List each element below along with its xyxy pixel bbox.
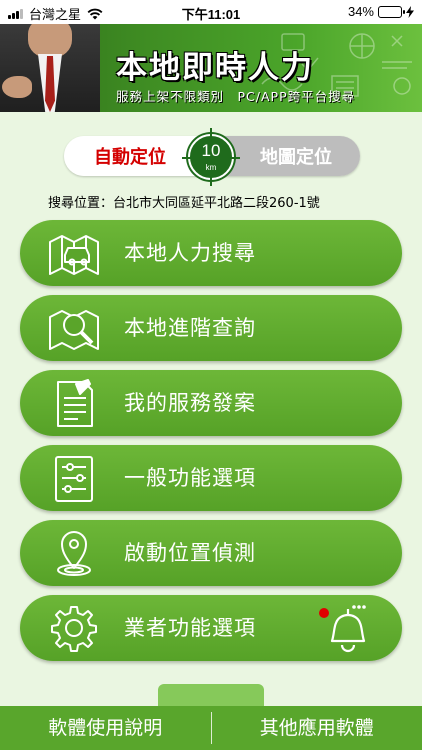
menu-label: 本地人力搜尋 bbox=[124, 241, 256, 265]
search-radius-button[interactable]: 10 km bbox=[182, 128, 240, 186]
gear-icon bbox=[51, 606, 97, 652]
status-bar: 台灣之星 下午11:01 34% bbox=[0, 0, 422, 24]
menu-label: 本地進階查詢 bbox=[124, 316, 256, 340]
status-right: 34% bbox=[348, 4, 414, 19]
radius-unit: km bbox=[205, 163, 217, 172]
radius-value: 10 bbox=[201, 141, 221, 160]
menu-label: 業者功能選項 bbox=[124, 616, 256, 640]
search-location-text: 搜尋位置：台北市大同區延平北路二段260-1號 bbox=[48, 196, 320, 211]
menu-label: 啟動位置偵測 bbox=[124, 541, 256, 565]
map-car-icon bbox=[49, 235, 99, 275]
help-tab[interactable]: 軟體使用說明 bbox=[0, 706, 211, 750]
menu-my-service-posting[interactable]: 我的服務發案 bbox=[20, 370, 402, 436]
map-locate-button[interactable]: 地圖定位 bbox=[213, 136, 360, 176]
charging-bolt-icon bbox=[406, 5, 414, 18]
document-edit-icon bbox=[57, 379, 93, 427]
menu-business-options[interactable]: 業者功能選項 bbox=[20, 595, 402, 661]
menu-general-options[interactable]: 一般功能選項 bbox=[20, 445, 402, 511]
other-apps-tab[interactable]: 其他應用軟體 bbox=[212, 706, 422, 750]
banner-subtitle: 服務上架不限類別 PC/APP跨平台搜尋 bbox=[116, 89, 356, 104]
menu-advanced-query[interactable]: 本地進階查詢 bbox=[20, 295, 402, 361]
app-banner: 本地即時人力 服務上架不限類別 PC/APP跨平台搜尋 bbox=[0, 24, 422, 112]
bottom-tab-bar: 軟體使用說明 其他應用軟體 bbox=[0, 706, 422, 750]
location-pin-icon bbox=[57, 531, 91, 576]
tab-divider bbox=[210, 712, 212, 744]
notification-bell-icon[interactable] bbox=[318, 601, 368, 655]
map-magnifier-icon bbox=[49, 310, 99, 350]
menu-start-location-detection[interactable]: 啟動位置偵測 bbox=[20, 520, 402, 586]
battery-percent: 34% bbox=[347, 4, 374, 19]
settings-sliders-icon bbox=[55, 456, 93, 502]
menu-label: 一般功能選項 bbox=[124, 466, 256, 490]
businessman-illustration bbox=[0, 24, 100, 112]
menu-local-talent-search[interactable]: 本地人力搜尋 bbox=[20, 220, 402, 286]
banner-title: 本地即時人力 bbox=[116, 50, 314, 86]
battery-icon bbox=[378, 5, 405, 18]
menu-label: 我的服務發案 bbox=[124, 391, 256, 415]
